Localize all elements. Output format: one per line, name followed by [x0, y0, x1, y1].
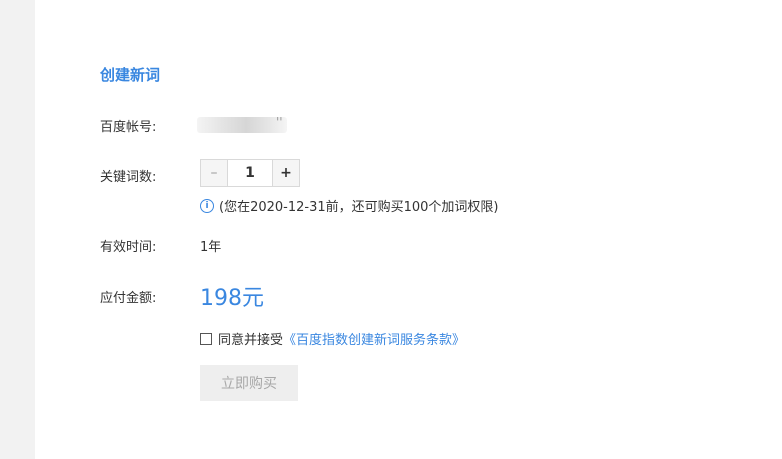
terms-link[interactable]: 《百度指数创建新词服务条款》: [283, 329, 465, 348]
validity-label: 有效时间:: [100, 240, 157, 255]
quantity-stepper: – 1 +: [200, 159, 300, 187]
purchase-hint-text: (您在2020-12-31前，还可购买100个加词权限): [219, 200, 499, 215]
amount-label: 应付金额:: [100, 291, 157, 306]
left-strip: [0, 0, 35, 459]
quantity-value[interactable]: 1: [228, 160, 272, 186]
create-keyword-panel: 创建新词 百度帐号: '' 关键词数: – 1 + i (您在2020-12-3…: [35, 0, 782, 459]
info-icon: i: [200, 198, 214, 213]
account-value-redacted: [197, 117, 287, 133]
terms-agreement: 同意并接受 《百度指数创建新词服务条款》: [200, 329, 465, 348]
account-label: 百度帐号:: [100, 120, 157, 135]
validity-value: 1年: [200, 240, 222, 255]
buy-now-button[interactable]: 立即购买: [200, 365, 298, 401]
account-value-tail: '': [276, 115, 283, 129]
amount-value: 198元: [200, 286, 264, 311]
keywords-label: 关键词数:: [100, 170, 157, 185]
purchase-hint: i (您在2020-12-31前，还可购买100个加词权限): [200, 196, 499, 215]
decrement-button[interactable]: –: [201, 160, 228, 186]
agree-text: 同意并接受: [218, 333, 284, 348]
increment-button[interactable]: +: [272, 160, 299, 186]
agree-checkbox[interactable]: [200, 332, 212, 345]
page-title: 创建新词: [100, 66, 161, 84]
